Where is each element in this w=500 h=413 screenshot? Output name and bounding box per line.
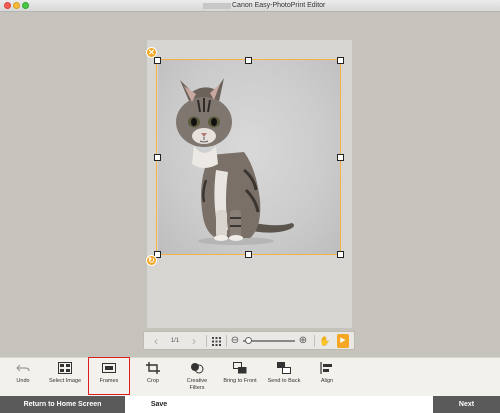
hand-tool-icon[interactable]: ✋ bbox=[319, 334, 331, 348]
zoom-slider[interactable] bbox=[243, 337, 295, 344]
select-image-button[interactable]: Select Image bbox=[42, 358, 88, 397]
page-indicator: 1/1 bbox=[170, 338, 180, 344]
pointer-tool-icon[interactable]: ▶ bbox=[337, 334, 349, 348]
zoom-slider-thumb[interactable] bbox=[245, 337, 253, 344]
crop-button[interactable]: Crop bbox=[134, 358, 172, 397]
align-icon bbox=[320, 362, 332, 374]
window-title: Canon Easy-PhotoPrint Editor bbox=[232, 2, 326, 9]
rotate-icon[interactable]: ↻ bbox=[146, 255, 157, 266]
toolbar-divider bbox=[314, 335, 315, 347]
send-to-back-icon bbox=[277, 362, 291, 374]
function-bar: Undo Select Image Frames Crop Creative F… bbox=[0, 357, 500, 396]
window-minimize-button[interactable] bbox=[13, 2, 20, 9]
zoom-in-button[interactable]: ⊕ bbox=[297, 334, 309, 348]
creative-filters-label: Creative Filters bbox=[186, 378, 208, 391]
crop-icon bbox=[146, 362, 160, 374]
select-image-icon bbox=[58, 362, 72, 374]
next-button[interactable]: Next bbox=[433, 396, 500, 413]
save-button[interactable]: Save bbox=[125, 396, 193, 413]
next-page-button[interactable]: › bbox=[188, 334, 200, 348]
align-label: Align bbox=[320, 378, 334, 384]
send-to-back-button[interactable]: Send to Back bbox=[262, 358, 306, 397]
resize-handle-bottom[interactable] bbox=[245, 251, 252, 258]
window-close-button[interactable] bbox=[4, 2, 11, 9]
previous-page-button[interactable]: ‹ bbox=[150, 334, 162, 348]
select-image-label: Select Image bbox=[48, 378, 82, 384]
creative-filters-icon bbox=[191, 363, 204, 374]
resize-handle-bottom-right[interactable] bbox=[337, 251, 344, 258]
resize-handle-top-left[interactable] bbox=[154, 57, 161, 64]
toolbar-divider bbox=[206, 335, 207, 347]
print-page[interactable]: ✕ ↻ bbox=[146, 40, 352, 328]
window-zoom-button[interactable] bbox=[22, 2, 29, 9]
page-nav-toolbar: ‹ 1/1 › ⊖ ⊕ ✋ ▶ bbox=[143, 331, 355, 350]
frames-highlight-box bbox=[88, 357, 130, 395]
title-redaction bbox=[203, 3, 231, 9]
send-to-back-label: Send to Back bbox=[267, 378, 301, 384]
selection-frame[interactable] bbox=[156, 59, 341, 255]
resize-handle-right[interactable] bbox=[337, 154, 344, 161]
delete-icon[interactable]: ✕ bbox=[146, 47, 157, 58]
page-list-button[interactable] bbox=[210, 334, 222, 348]
resize-handle-top-right[interactable] bbox=[337, 57, 344, 64]
zoom-out-button[interactable]: ⊖ bbox=[229, 334, 241, 348]
bring-to-front-icon bbox=[233, 362, 247, 374]
bring-to-front-button[interactable]: Bring to Front bbox=[218, 358, 262, 397]
undo-label: Undo bbox=[16, 378, 30, 384]
align-button[interactable]: Align bbox=[308, 358, 346, 397]
return-home-button[interactable]: Return to Home Screen bbox=[0, 396, 125, 413]
undo-button[interactable]: Undo bbox=[6, 358, 40, 397]
toolbar-divider bbox=[226, 335, 227, 347]
resize-handle-left[interactable] bbox=[154, 154, 161, 161]
crop-label: Crop bbox=[147, 378, 159, 384]
grid-icon bbox=[211, 337, 221, 346]
creative-filters-button[interactable]: Creative Filters bbox=[178, 358, 216, 397]
undo-icon bbox=[16, 364, 30, 372]
window-titlebar: Canon Easy-PhotoPrint Editor bbox=[0, 0, 500, 12]
footer-bar: Return to Home Screen Save Next bbox=[0, 396, 500, 413]
bring-to-front-label: Bring to Front bbox=[223, 378, 257, 384]
resize-handle-top[interactable] bbox=[245, 57, 252, 64]
edit-workspace: ✕ ↻ ‹ 1/1 › ⊖ ⊕ ✋ ▶ bbox=[0, 12, 500, 357]
